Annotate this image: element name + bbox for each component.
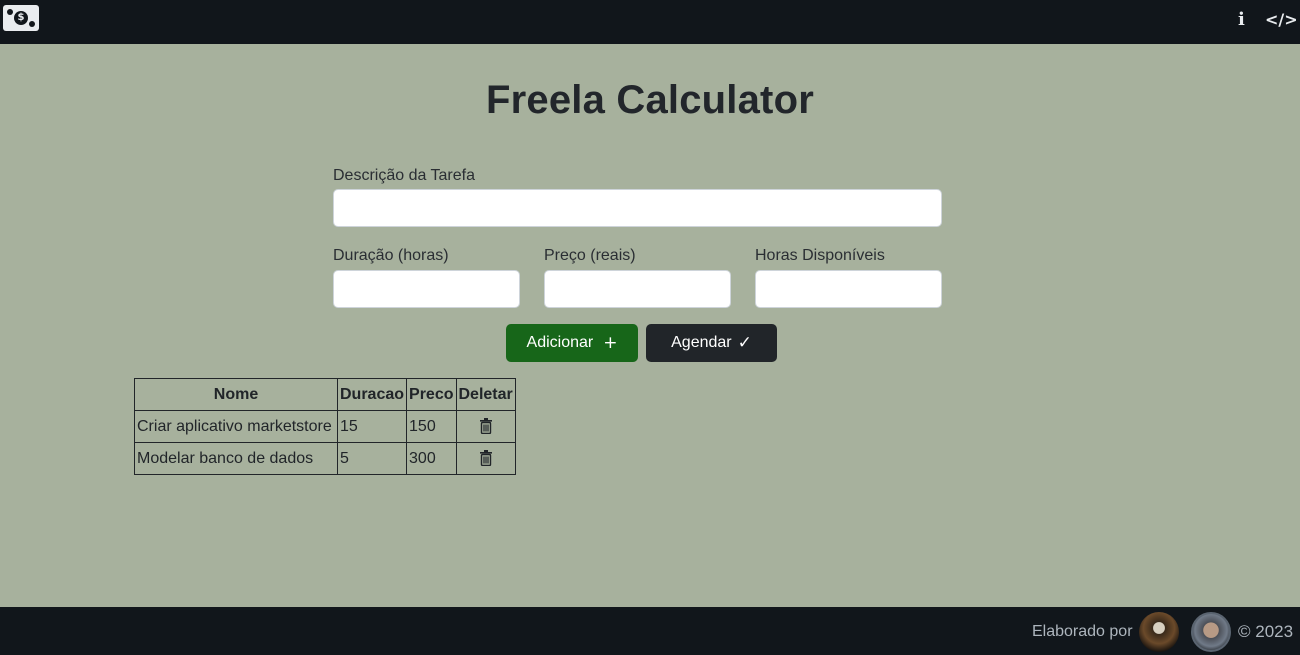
footer-credit: Elaborado por (1032, 623, 1133, 640)
avatar[interactable] (1191, 612, 1231, 652)
hours-label: Horas Disponíveis (755, 247, 885, 264)
footer: Elaborado por © 2023 (0, 607, 1300, 655)
cell-nome: Criar aplicativo marketstore (134, 410, 338, 443)
header-preco: Preco (406, 378, 457, 411)
plus-icon: + (603, 333, 618, 353)
trash-icon[interactable] (479, 450, 492, 467)
page-title: Freela Calculator (486, 78, 814, 122)
hours-input[interactable] (755, 270, 942, 308)
cell-preco: 150 (406, 410, 457, 443)
price-label: Preço (reais) (544, 247, 636, 264)
cell-duracao: 5 (336, 442, 408, 475)
description-label: Descrição da Tarefa (333, 167, 475, 184)
footer-copyright: © 2023 (1238, 622, 1294, 641)
table-row: Criar aplicativo marketstore 15 150 (134, 410, 516, 443)
check-icon: ✓ (737, 333, 752, 353)
cell-delete (455, 442, 516, 475)
add-button-label: Adicionar (526, 334, 594, 351)
header-nome: Nome (134, 378, 338, 411)
top-navbar: $ i </> (0, 0, 1300, 44)
table-header-row: Nome Duracao Preco Deletar (134, 378, 516, 411)
logo-symbol: $ (14, 11, 28, 25)
header-deletar: Deletar (455, 378, 516, 411)
cell-nome: Modelar banco de dados (134, 442, 338, 475)
money-bill-icon[interactable]: $ (3, 5, 39, 31)
header-duracao: Duracao (336, 378, 408, 411)
cell-duracao: 15 (336, 410, 408, 443)
cell-delete (455, 410, 516, 443)
info-icon[interactable]: i (1238, 9, 1245, 30)
table-row: Modelar banco de dados 5 300 (134, 442, 516, 475)
schedule-button[interactable]: Agendar ✓ (646, 324, 777, 362)
code-icon[interactable]: </> (1265, 10, 1298, 29)
description-input[interactable] (333, 189, 942, 227)
trash-icon[interactable] (479, 418, 492, 435)
avatar[interactable] (1139, 612, 1179, 652)
tasks-table: Nome Duracao Preco Deletar Criar aplicat… (134, 378, 516, 475)
schedule-button-label: Agendar (671, 334, 732, 351)
duration-label: Duração (horas) (333, 247, 449, 264)
cell-preco: 300 (406, 442, 457, 475)
add-button[interactable]: Adicionar + (506, 324, 638, 362)
price-input[interactable] (544, 270, 731, 308)
duration-input[interactable] (333, 270, 520, 308)
